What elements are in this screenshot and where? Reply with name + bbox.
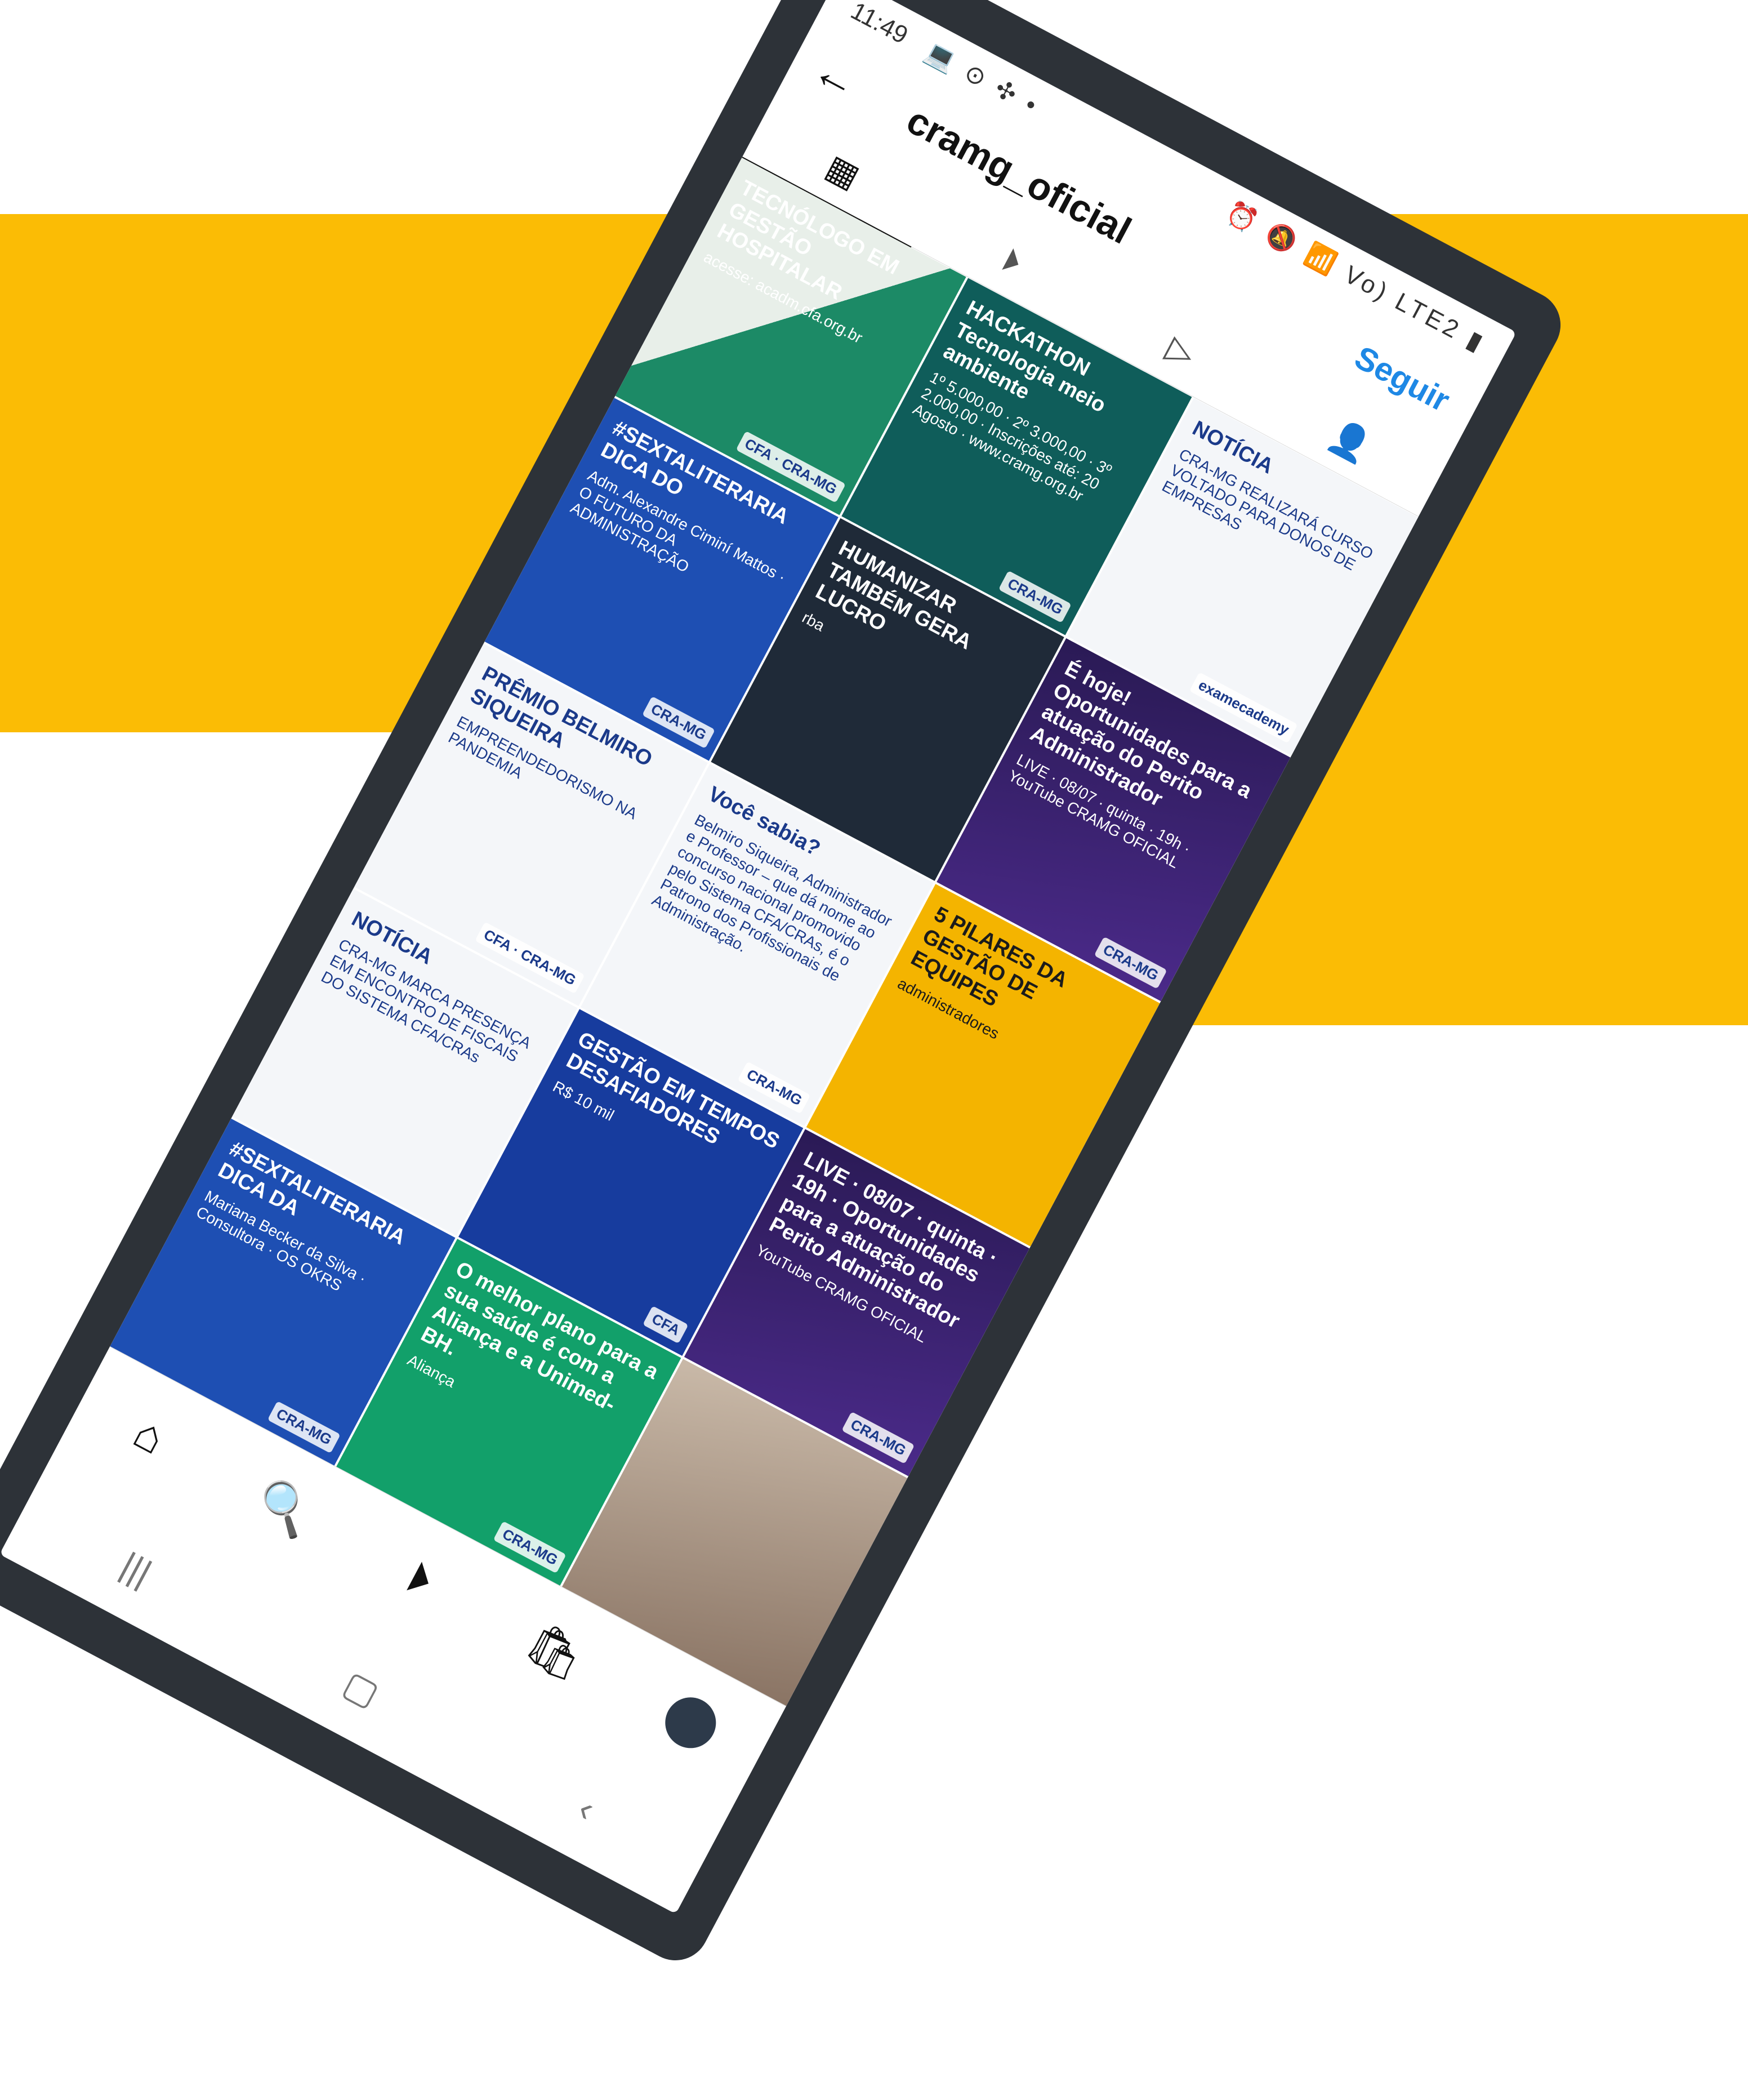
reels-nav-icon: ⏵	[398, 1551, 442, 1607]
grid-icon: ▦	[820, 147, 866, 196]
back-arrow-icon[interactable]: ←	[804, 43, 868, 110]
post-badge: CFA	[643, 1306, 689, 1344]
recent-apps-icon: |||	[114, 1544, 158, 1594]
follow-button[interactable]: Seguir	[1348, 339, 1456, 420]
post-subtitle: Mariana Becker da Silva · Consultora · O…	[193, 1187, 369, 1295]
post-subtitle: rba	[799, 608, 828, 635]
tagged-icon: 👤	[1322, 415, 1378, 468]
shop-icon: 🛍	[518, 1616, 592, 1688]
search-icon: 🔍	[248, 1472, 321, 1543]
reels-icon: ⏵	[996, 241, 1029, 282]
play-icon: ▷	[1161, 328, 1202, 375]
profile-avatar	[656, 1688, 725, 1758]
home-icon: ⌂	[126, 1407, 173, 1464]
home-system-icon: ▢	[337, 1662, 386, 1715]
back-system-icon: ‹	[572, 1787, 602, 1830]
